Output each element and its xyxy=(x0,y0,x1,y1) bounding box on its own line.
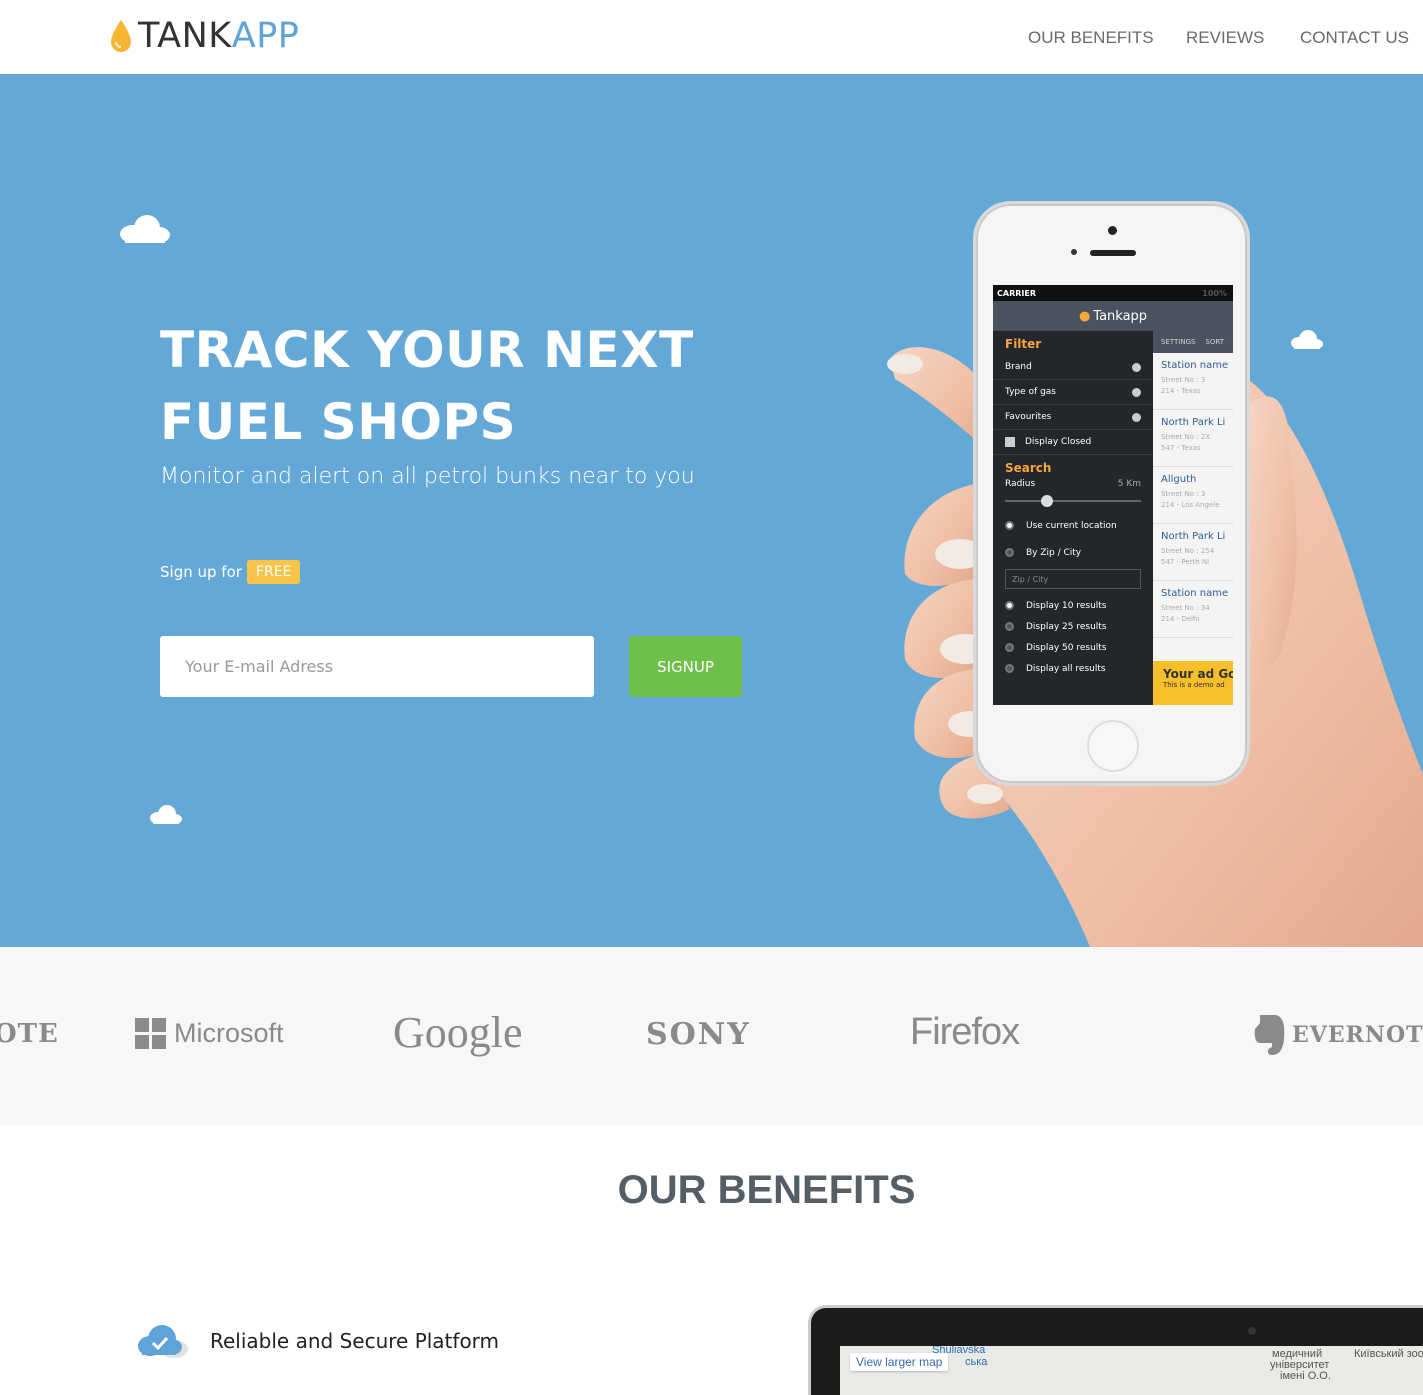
logo-text-tank: TANK xyxy=(138,16,232,56)
logo-text-app: APP xyxy=(231,16,300,56)
station-list: SETTINGS SORT Station name Street No : 32… xyxy=(1153,331,1233,705)
map-label: Shuliavska xyxy=(932,1346,986,1356)
app-name: Tankapp xyxy=(1093,308,1148,324)
station-name: Allguth xyxy=(1161,474,1197,485)
station-address: Street No : 254 547 - Perth Ni xyxy=(1161,547,1215,566)
phone-mockup: CARRIER 100% ● Tankapp Filter Brand Type… xyxy=(973,201,1250,786)
filter-heading: Filter xyxy=(1005,337,1042,351)
map-label: імені О.О. xyxy=(1280,1370,1331,1382)
results-option-all[interactable]: Display all results xyxy=(993,658,1153,679)
carrier-label: CARRIER xyxy=(997,288,1036,298)
zip-input[interactable]: Zip / City xyxy=(1005,569,1141,589)
filter-gas-label: Type of gas xyxy=(1005,387,1056,397)
brand-microsoft-text: Microsoft xyxy=(174,1018,284,1048)
benefit-label: Reliable and Secure Platform xyxy=(210,1329,500,1353)
results-option-label: Display all results xyxy=(1026,663,1106,674)
site-header: TANK APP OUR BENEFITS REVIEWS CONTACT US xyxy=(0,0,1423,74)
filter-favourites-label: Favourites xyxy=(1005,412,1052,422)
ad-banner[interactable]: Your ad Go This is a demo ad xyxy=(1153,661,1233,705)
benefits-title: OUR BENEFITS xyxy=(617,1168,916,1212)
list-item[interactable]: North Park Li Street No : 2X 547 - Texas xyxy=(1153,410,1233,467)
cloud-check-icon xyxy=(138,1325,188,1358)
brand-evernote-partial: OTE xyxy=(0,1019,59,1049)
laptop-mockup: View larger map Shuliavska ська медичний… xyxy=(808,1305,1423,1395)
phone-sensor xyxy=(1071,249,1077,255)
search-heading: Search xyxy=(1005,461,1052,475)
results-option-50[interactable]: Display 50 results xyxy=(993,637,1153,658)
elephant-icon xyxy=(1254,1015,1285,1055)
brand-evernote: EVERNOTE xyxy=(1252,1013,1423,1057)
filter-brand[interactable]: Brand xyxy=(993,355,1153,380)
benefit-item: Reliable and Secure Platform xyxy=(136,1322,499,1360)
list-item[interactable]: North Park Li Street No : 254 547 - Perth … xyxy=(1153,524,1233,581)
results-option-label: Display 50 results xyxy=(1026,642,1107,653)
radius-value: 5 Km xyxy=(1117,479,1141,489)
station-name: Station name xyxy=(1161,588,1229,599)
map-label: ська xyxy=(965,1356,988,1368)
results-option-10[interactable]: Display 10 results xyxy=(993,595,1153,616)
phone-home-button xyxy=(1087,720,1139,772)
fuel-drop-icon xyxy=(111,20,131,52)
ad-title: Your ad Go xyxy=(1163,667,1233,681)
radius-label: Radius xyxy=(1005,479,1036,489)
results-option-25[interactable]: Display 25 results xyxy=(993,616,1153,637)
list-item[interactable]: Station name Street No : 3 214 - Texas xyxy=(1153,353,1233,410)
ad-subtitle: This is a demo ad xyxy=(1163,681,1225,689)
app-drop-icon: ● xyxy=(1078,308,1091,324)
status-bar: CARRIER 100% xyxy=(993,285,1233,301)
embedded-map[interactable]: View larger map Shuliavska ська медичний… xyxy=(840,1346,1423,1395)
list-item[interactable]: Station name Street No : 34 214 - Delhi xyxy=(1153,581,1233,638)
radius-row: Radius 5 Km xyxy=(993,479,1153,489)
nav-reviews[interactable]: REVIEWS xyxy=(1186,28,1264,48)
display-closed-label: Display Closed xyxy=(1025,437,1092,447)
station-address: Street No : 2X 547 - Texas xyxy=(1161,433,1211,452)
nav-contact-us[interactable]: CONTACT US xyxy=(1300,28,1409,48)
filter-favourites[interactable]: Favourites xyxy=(993,405,1153,430)
brand-evernote-text: EVERNOTE xyxy=(1292,1022,1423,1048)
station-address: Street No : 3 214 - Texas xyxy=(1161,376,1206,395)
chevron-down-icon xyxy=(1132,362,1141,372)
tab-sort[interactable]: SORT xyxy=(1205,338,1224,346)
station-name: Station name xyxy=(1161,360,1229,371)
phone-screen: CARRIER 100% ● Tankapp Filter Brand Type… xyxy=(993,285,1233,705)
filter-panel: Filter Brand Type of gas Favourites Disp… xyxy=(993,331,1153,705)
filter-gas-type[interactable]: Type of gas xyxy=(993,380,1153,405)
brand-logos: OTE Microsoft Google SONY Firefox EVERNO… xyxy=(0,947,1423,1125)
station-name: North Park Li xyxy=(1161,417,1226,428)
hero-section: TRACK YOUR NEXT FUEL SHOPS Monitor and a… xyxy=(0,74,1423,947)
location-option-label: Use current location xyxy=(1026,520,1117,531)
chevron-down-icon xyxy=(1132,387,1141,397)
chevron-down-icon xyxy=(1132,412,1141,422)
windows-icon xyxy=(135,1018,166,1049)
station-address: Street No : 3 214 - Los Angele xyxy=(1161,490,1220,509)
brand-microsoft: Microsoft xyxy=(135,1018,284,1049)
results-option-label: Display 25 results xyxy=(1026,621,1107,632)
location-option-current[interactable]: Use current location xyxy=(993,515,1153,536)
location-option-zip[interactable]: By Zip / City xyxy=(993,542,1153,563)
brand-firefox: Firefox xyxy=(910,1011,1020,1053)
checkbox-icon[interactable] xyxy=(1005,437,1015,447)
app-bar: ● Tankapp xyxy=(993,301,1233,331)
results-option-label: Display 10 results xyxy=(1026,600,1107,611)
logo[interactable]: TANK APP xyxy=(108,16,299,56)
list-tabs: SETTINGS SORT xyxy=(1153,331,1233,353)
list-item[interactable]: Allguth Street No : 3 214 - Los Angele xyxy=(1153,467,1233,524)
battery-label: 100% xyxy=(1202,288,1227,298)
map-label: Київський зоо xyxy=(1354,1348,1423,1360)
location-option-label: By Zip / City xyxy=(1026,547,1082,558)
phone-camera xyxy=(1108,226,1117,235)
phone-speaker xyxy=(1090,250,1136,256)
nav-our-benefits[interactable]: OUR BENEFITS xyxy=(1028,28,1154,48)
brand-google: Google xyxy=(393,1008,523,1057)
radius-slider[interactable] xyxy=(1005,489,1141,511)
slider-handle[interactable] xyxy=(1041,495,1053,507)
brand-sony: SONY xyxy=(646,1017,751,1052)
display-closed-toggle[interactable]: Display Closed xyxy=(993,430,1153,455)
laptop-camera xyxy=(1248,1327,1256,1335)
station-name: North Park Li xyxy=(1161,531,1226,542)
filter-brand-label: Brand xyxy=(1005,362,1032,372)
tab-settings[interactable]: SETTINGS xyxy=(1161,338,1195,346)
station-address: Street No : 34 214 - Delhi xyxy=(1161,604,1210,623)
